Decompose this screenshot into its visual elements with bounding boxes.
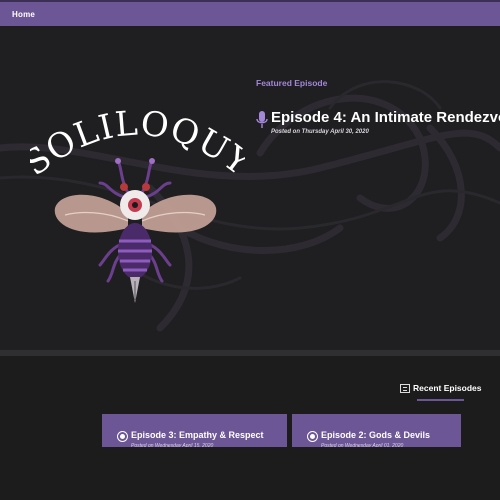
home-link[interactable]: Home (12, 10, 35, 19)
page: Home SOLILOQUY (0, 0, 500, 500)
page-bottom (0, 447, 500, 500)
list-icon (400, 384, 410, 393)
play-circle-icon (307, 431, 318, 442)
microphone-icon (256, 111, 268, 128)
featured-episode-label: Featured Episode (256, 78, 328, 88)
episode-card-title[interactable]: Episode 3: Empathy & Respect (131, 430, 264, 440)
recent-episodes-title: Recent Episodes (413, 383, 482, 393)
featured-episode-date: Posted on Thursday April 30, 2020 (271, 129, 369, 135)
bee-eye-illustration (54, 158, 217, 303)
heading-underline (417, 399, 464, 401)
episode-card-title[interactable]: Episode 2: Gods & Devils (321, 430, 430, 440)
play-circle-icon (117, 431, 128, 442)
hero-section: SOLILOQUY (0, 28, 500, 350)
featured-episode-title[interactable]: Episode 4: An Intimate Rendezvous (271, 109, 500, 126)
top-nav-bar: Home (0, 0, 500, 26)
